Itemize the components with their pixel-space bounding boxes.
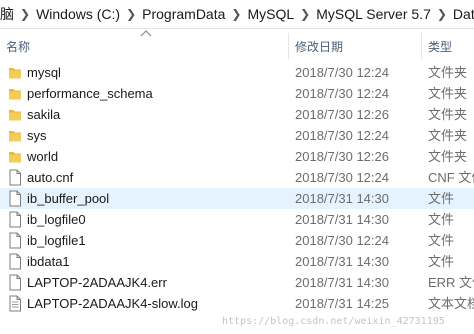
folder-icon: [8, 85, 22, 102]
address-bar[interactable]: 脑 ❯ Windows (C:) ❯ ProgramData ❯ MySQL ❯…: [0, 0, 474, 29]
folder-icon: [8, 106, 22, 123]
file-type: 文件夹: [428, 107, 468, 122]
column-divider[interactable]: [421, 33, 422, 59]
file-modified-date: 2018/7/30 12:26: [295, 107, 389, 122]
folder-icon: [8, 127, 22, 144]
file-icon: [8, 274, 22, 291]
file-row[interactable]: ibdata1 2018/7/31 14:30 文件: [0, 251, 474, 272]
folder-icon: [8, 64, 22, 81]
text-file-icon: [8, 295, 22, 312]
file-name[interactable]: auto.cnf: [27, 167, 73, 188]
file-explorer-window: 脑 ❯ Windows (C:) ❯ ProgramData ❯ MySQL ❯…: [0, 0, 474, 334]
file-type: 文件: [428, 254, 455, 269]
chevron-right-icon[interactable]: ❯: [126, 7, 136, 21]
file-type: 文件夹: [428, 65, 468, 80]
file-row[interactable]: world 2018/7/30 12:26 文件夹: [0, 146, 474, 167]
file-type: CNF 文件: [428, 170, 474, 185]
file-modified-date: 2018/7/31 14:30: [295, 254, 389, 269]
file-name[interactable]: sakila: [27, 104, 60, 125]
breadcrumb-item-mysql-server[interactable]: MySQL Server 5.7: [316, 6, 431, 22]
column-header-date[interactable]: 修改日期: [295, 38, 343, 55]
column-header-row: 名称 修改日期 类型: [0, 29, 474, 62]
chevron-right-icon[interactable]: ❯: [300, 7, 310, 21]
breadcrumb-item-mysql[interactable]: MySQL: [247, 6, 294, 22]
watermark-text: https://blog.csdn.net/weixin_42731195: [222, 316, 445, 327]
file-icon: [8, 253, 22, 270]
folder-icon: [8, 148, 22, 165]
file-modified-date: 2018/7/30 12:24: [295, 86, 389, 101]
breadcrumb-item-programdata[interactable]: ProgramData: [142, 6, 225, 22]
file-name[interactable]: LAPTOP-2ADAAJK4.err: [27, 272, 167, 293]
file-name[interactable]: LAPTOP-2ADAAJK4-slow.log: [27, 293, 198, 314]
file-type: 文件夹: [428, 149, 468, 164]
file-type: 文件夹: [428, 128, 468, 143]
file-modified-date: 2018/7/31 14:30: [295, 275, 389, 290]
file-icon: [8, 211, 22, 228]
file-row[interactable]: ib_buffer_pool 2018/7/31 14:30 文件: [0, 188, 474, 209]
file-row[interactable]: LAPTOP-2ADAAJK4-slow.log 2018/7/31 14:25 文…: [0, 293, 474, 314]
file-row[interactable]: mysql 2018/7/30 12:24 文件夹: [0, 62, 474, 83]
file-name[interactable]: world: [27, 146, 58, 167]
chevron-right-icon[interactable]: ❯: [20, 7, 30, 21]
file-modified-date: 2018/7/31 14:30: [295, 191, 389, 206]
file-type: 文件: [428, 212, 455, 227]
file-icon: [8, 232, 22, 249]
column-header-name[interactable]: 名称: [6, 38, 30, 55]
file-type: 文本文档: [428, 296, 474, 311]
file-name[interactable]: ibdata1: [27, 251, 70, 272]
breadcrumb-item-data[interactable]: Data: [453, 6, 474, 22]
breadcrumb-item-truncated[interactable]: 脑: [0, 4, 14, 24]
file-row[interactable]: auto.cnf 2018/7/30 12:24 CNF 文件: [0, 167, 474, 188]
file-name[interactable]: performance_schema: [27, 83, 153, 104]
file-row[interactable]: performance_schema 2018/7/30 12:24 文件夹: [0, 83, 474, 104]
file-row[interactable]: ib_logfile1 2018/7/30 12:24 文件: [0, 230, 474, 251]
file-modified-date: 2018/7/31 14:25: [295, 296, 389, 311]
chevron-right-icon[interactable]: ❯: [231, 7, 241, 21]
column-header-type[interactable]: 类型: [428, 38, 452, 55]
file-icon: [8, 169, 22, 186]
file-row[interactable]: LAPTOP-2ADAAJK4.err 2018/7/31 14:30 ERR 文件: [0, 272, 474, 293]
file-modified-date: 2018/7/30 12:26: [295, 149, 389, 164]
chevron-right-icon[interactable]: ❯: [437, 7, 447, 21]
file-row[interactable]: sys 2018/7/30 12:24 文件夹: [0, 125, 474, 146]
file-list: mysql 2018/7/30 12:24 文件夹 performance_schem…: [0, 62, 474, 334]
column-divider[interactable]: [288, 33, 289, 59]
file-modified-date: 2018/7/30 12:24: [295, 65, 389, 80]
file-type: 文件夹: [428, 86, 468, 101]
file-icon: [8, 190, 22, 207]
file-name[interactable]: mysql: [27, 62, 61, 83]
breadcrumb-item-drive[interactable]: Windows (C:): [36, 6, 120, 22]
sort-ascending-icon[interactable]: [140, 29, 152, 37]
file-modified-date: 2018/7/31 14:30: [295, 212, 389, 227]
file-modified-date: 2018/7/30 12:24: [295, 128, 389, 143]
file-name[interactable]: ib_buffer_pool: [27, 188, 109, 209]
file-modified-date: 2018/7/30 12:24: [295, 233, 389, 248]
file-row[interactable]: sakila 2018/7/30 12:26 文件夹: [0, 104, 474, 125]
file-type: 文件: [428, 233, 455, 248]
file-modified-date: 2018/7/30 12:24: [295, 170, 389, 185]
file-name[interactable]: sys: [27, 125, 47, 146]
file-row[interactable]: ib_logfile0 2018/7/31 14:30 文件: [0, 209, 474, 230]
file-type: ERR 文件: [428, 275, 474, 290]
file-name[interactable]: ib_logfile0: [27, 209, 86, 230]
file-name[interactable]: ib_logfile1: [27, 230, 86, 251]
file-type: 文件: [428, 191, 455, 206]
